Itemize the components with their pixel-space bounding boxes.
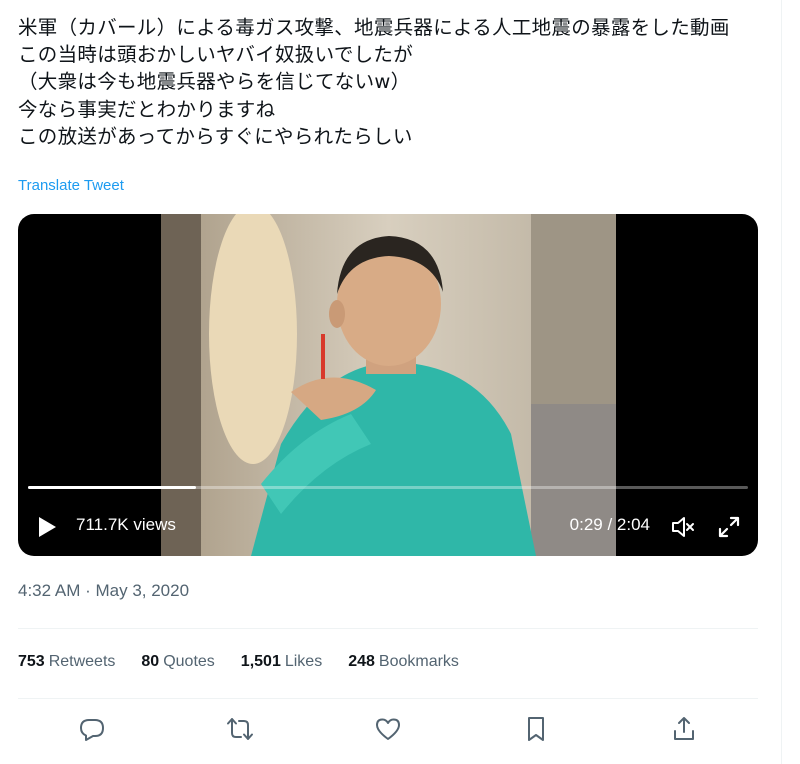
- tweet-text: 米軍（カバール）による毒ガス攻撃、地震兵器による人工地震の暴露をした動画 この当…: [18, 16, 730, 148]
- fullscreen-icon[interactable]: [718, 516, 740, 538]
- divider: [18, 698, 758, 699]
- video-frame: [161, 214, 616, 556]
- tweet-timestamp[interactable]: 4:32 AM · May 3, 2020: [18, 581, 189, 601]
- bookmarks-label: Bookmarks: [378, 653, 459, 670]
- like-icon[interactable]: [374, 715, 402, 743]
- reply-icon[interactable]: [78, 715, 106, 743]
- retweets-stat[interactable]: 753 Retweets: [18, 653, 115, 671]
- video-time: 0:29 / 2:04: [569, 515, 650, 534]
- bookmarks-count: 248: [348, 653, 375, 670]
- share-icon[interactable]: [670, 715, 698, 743]
- quotes-label: Quotes: [163, 653, 215, 670]
- quotes-count: 80: [141, 653, 160, 670]
- tweet-stats: 753 Retweets 80 Quotes 1,501 Likes 248 Bookm…: [18, 653, 459, 671]
- retweet-icon[interactable]: [226, 715, 254, 743]
- retweets-count: 753: [18, 653, 45, 670]
- video-player[interactable]: 711.7K views 0:29 / 2:04: [18, 214, 758, 556]
- volume-icon[interactable]: [670, 514, 696, 540]
- video-progress-bar[interactable]: [28, 486, 748, 489]
- play-icon[interactable]: [36, 515, 58, 539]
- video-progress-fill: [28, 486, 197, 489]
- quotes-stat[interactable]: 80 Quotes: [141, 653, 214, 671]
- video-still-image: [161, 214, 616, 556]
- column-border: [781, 0, 782, 764]
- likes-label: Likes: [284, 653, 323, 670]
- divider: [18, 628, 758, 629]
- retweets-label: Retweets: [48, 653, 116, 670]
- translate-tweet-link[interactable]: Translate Tweet: [18, 177, 124, 194]
- bookmark-icon[interactable]: [522, 715, 550, 743]
- video-view-count: 711.7K views: [76, 515, 176, 534]
- likes-stat[interactable]: 1,501 Likes: [241, 653, 322, 671]
- likes-count: 1,501: [240, 653, 281, 670]
- tweet-actions: [18, 712, 758, 748]
- bookmarks-stat[interactable]: 248 Bookmarks: [348, 653, 459, 671]
